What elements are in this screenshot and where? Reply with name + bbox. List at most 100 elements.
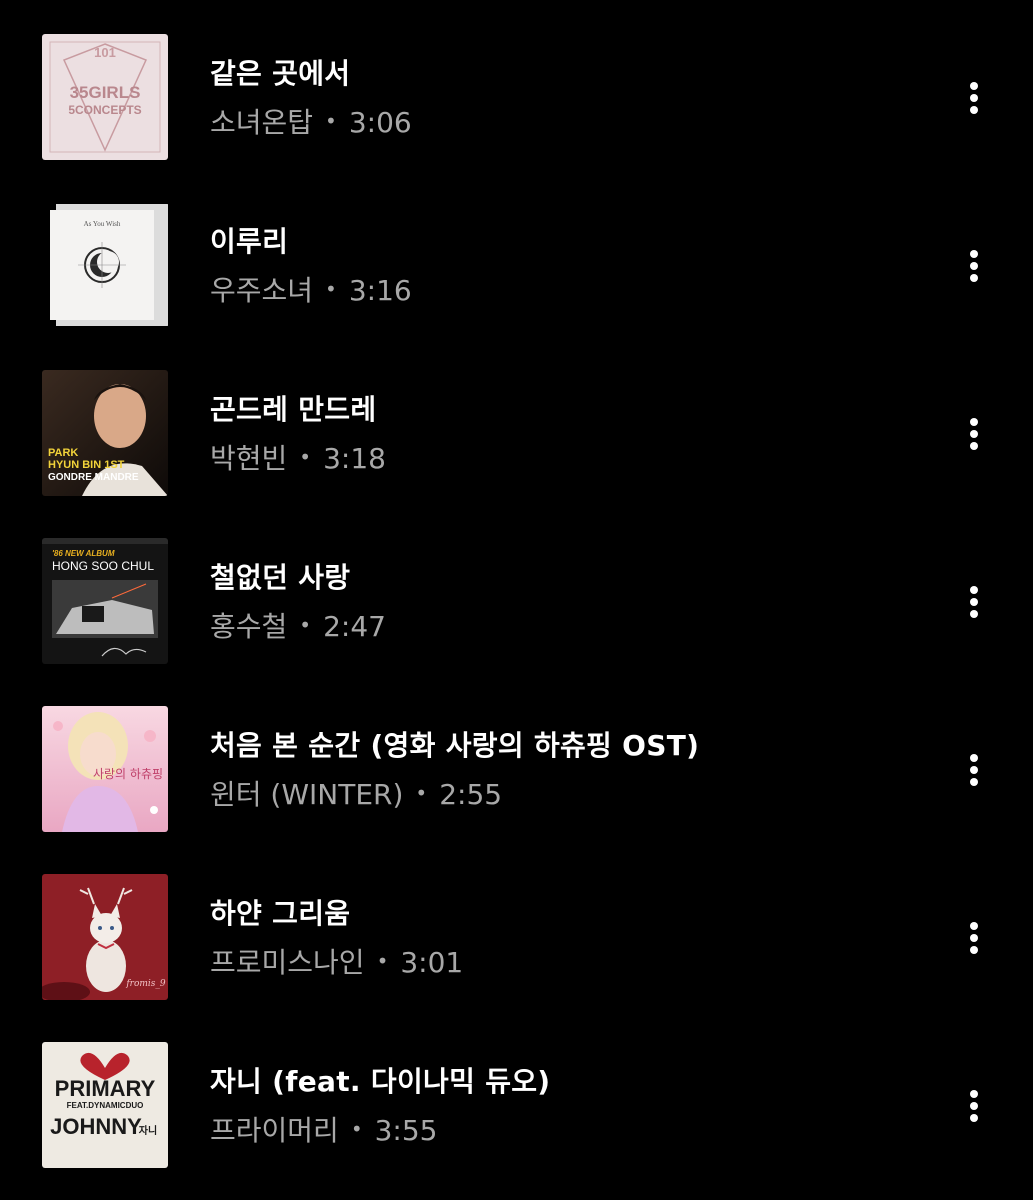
- separator-dot: •: [299, 613, 312, 637]
- track-title: 철없던 사랑: [210, 561, 351, 594]
- track-title: 곤드레 만드레: [210, 393, 377, 426]
- more-vertical-icon-dot: [970, 274, 978, 282]
- album-art-park-hyun-bin: PARK HYUN BIN 1ST GONDRE MANDRE: [42, 370, 168, 496]
- track-artist: 우주소녀: [210, 274, 314, 307]
- more-vertical-icon-dot: [970, 94, 978, 102]
- album-art-catch-teenieping: 사랑의 하츄핑: [42, 706, 168, 832]
- track-subtitle: 윈터 (WINTER) • 2:55: [210, 773, 502, 813]
- track-row[interactable]: As You Wish 이루리 우주소녀 • 3:16: [0, 168, 1033, 336]
- cover-text-johnny: JOHNNY: [50, 1114, 142, 1139]
- separator-dot: •: [350, 1117, 363, 1141]
- track-artist: 박현빈: [210, 442, 288, 475]
- cover-text-teenieping: 사랑의 하츄핑: [93, 767, 163, 781]
- album-cover-primary-johnny[interactable]: PRIMARY FEAT.DYNAMICDUO JOHNNY 자니: [42, 1042, 168, 1168]
- cover-text-gondre-mandre: GONDRE MANDRE: [48, 472, 139, 483]
- cover-text-feat: FEAT.DYNAMICDUO: [67, 1101, 144, 1110]
- track-title: 같은 곳에서: [210, 57, 351, 90]
- album-art-as-you-wish: As You Wish: [42, 202, 168, 328]
- more-vertical-icon: [970, 1090, 978, 1098]
- track-row[interactable]: PRIMARY FEAT.DYNAMICDUO JOHNNY 자니 자니 (fe…: [0, 1008, 1033, 1176]
- track-subtitle: 홍수철 • 2:47: [210, 605, 386, 645]
- more-options-button[interactable]: [954, 412, 994, 456]
- track-subtitle: 우주소녀 • 3:16: [210, 269, 412, 309]
- album-art-primary-johnny: PRIMARY FEAT.DYNAMICDUO JOHNNY 자니: [42, 1042, 168, 1168]
- cover-text-35girls: 35GIRLS: [70, 83, 141, 102]
- cover-text-fromis: fromis_9: [125, 979, 166, 989]
- more-vertical-icon-dot: [970, 778, 978, 786]
- more-options-button[interactable]: [954, 1084, 994, 1128]
- more-vertical-icon-dot: [970, 610, 978, 618]
- track-row[interactable]: fromis_9 하얀 그리움 프로미스나인 • 3:01: [0, 840, 1033, 1008]
- more-vertical-icon-dot: [970, 766, 978, 774]
- cover-text-park: PARK: [48, 447, 78, 459]
- more-vertical-icon-dot: [970, 442, 978, 450]
- album-art-white-cat: fromis_9: [42, 874, 168, 1000]
- track-row[interactable]: 101 35GIRLS 5CONCEPTS 같은 곳에서 소녀온탑 • 3:06: [0, 0, 1033, 168]
- track-duration: 3:16: [348, 274, 412, 307]
- more-vertical-icon-dot: [970, 1114, 978, 1122]
- more-vertical-icon-dot: [970, 946, 978, 954]
- track-artist: 소녀온탑: [210, 106, 314, 139]
- album-cover-35girls[interactable]: 101 35GIRLS 5CONCEPTS: [42, 34, 168, 160]
- more-options-button[interactable]: [954, 580, 994, 624]
- more-vertical-icon-dot: [970, 430, 978, 438]
- album-cover-catch-teenieping[interactable]: 사랑의 하츄핑: [42, 706, 168, 832]
- cover-text-johnny-kr: 자니: [139, 1124, 157, 1137]
- track-subtitle: 소녀온탑 • 3:06: [210, 101, 412, 141]
- more-options-button[interactable]: [954, 76, 994, 120]
- separator-dot: •: [299, 445, 312, 469]
- more-options-button[interactable]: [954, 916, 994, 960]
- cover-text-hong-soo-chul: HONG SOO CHUL: [52, 559, 154, 573]
- more-vertical-icon: [970, 922, 978, 930]
- album-cover-as-you-wish[interactable]: As You Wish: [42, 202, 168, 328]
- more-options-button[interactable]: [954, 244, 994, 288]
- track-row[interactable]: 사랑의 하츄핑 처음 본 순간 (영화 사랑의 하츄핑 OST) 윈터 (WIN…: [0, 672, 1033, 840]
- track-artist: 프라이머리: [210, 1114, 339, 1147]
- separator-dot: •: [376, 949, 389, 973]
- album-cover-white-cat[interactable]: fromis_9: [42, 874, 168, 1000]
- album-art-hong-soo-chul: '86 NEW ALBUM HONG SOO CHUL: [42, 538, 168, 664]
- separator-dot: •: [415, 781, 428, 805]
- track-title: 하얀 그리움: [210, 897, 351, 930]
- track-list: 101 35GIRLS 5CONCEPTS 같은 곳에서 소녀온탑 • 3:06 A…: [0, 0, 1033, 1200]
- track-duration: 2:55: [439, 778, 503, 811]
- more-vertical-icon-dot: [970, 1102, 978, 1110]
- track-duration: 2:47: [323, 610, 386, 643]
- track-row[interactable]: '86 NEW ALBUM HONG SOO CHUL 철없던 사랑 홍수철 • 2…: [0, 504, 1033, 672]
- more-vertical-icon-dot: [970, 262, 978, 270]
- more-vertical-icon: [970, 754, 978, 762]
- track-title: 처음 본 순간 (영화 사랑의 하츄핑 OST): [210, 729, 700, 762]
- track-row[interactable]: PARK HYUN BIN 1ST GONDRE MANDRE 곤드레 만드레 …: [0, 336, 1033, 504]
- album-cover-park-hyun-bin[interactable]: PARK HYUN BIN 1ST GONDRE MANDRE: [42, 370, 168, 496]
- track-subtitle: 프라이머리 • 3:55: [210, 1109, 438, 1149]
- more-vertical-icon-dot: [970, 106, 978, 114]
- track-subtitle: 프로미스나인 • 3:01: [210, 941, 463, 981]
- more-vertical-icon-dot: [970, 598, 978, 606]
- more-vertical-icon: [970, 586, 978, 594]
- separator-dot: •: [325, 109, 337, 133]
- more-options-button[interactable]: [954, 748, 994, 792]
- cover-text-101: 101: [94, 45, 116, 60]
- track-subtitle: 박현빈 • 3:18: [210, 437, 386, 477]
- separator-dot: •: [325, 277, 337, 301]
- cover-text-5concepts: 5CONCEPTS: [68, 103, 141, 117]
- cover-text-as-you-wish: As You Wish: [84, 220, 121, 228]
- cover-text-primary: PRIMARY: [55, 1076, 156, 1101]
- track-duration: 3:18: [323, 442, 386, 475]
- cover-text-new-album: '86 NEW ALBUM: [52, 549, 115, 558]
- more-vertical-icon: [970, 250, 978, 258]
- track-duration: 3:06: [348, 106, 412, 139]
- more-vertical-icon: [970, 418, 978, 426]
- track-artist: 프로미스나인: [210, 946, 365, 979]
- track-title: 이루리: [210, 225, 289, 258]
- more-vertical-icon-dot: [970, 934, 978, 942]
- track-duration: 3:55: [374, 1114, 438, 1147]
- track-artist: 윈터 (WINTER): [210, 778, 404, 811]
- album-art-35girls: 101 35GIRLS 5CONCEPTS: [42, 34, 168, 160]
- track-title: 자니 (feat. 다이나믹 듀오): [210, 1065, 551, 1098]
- album-cover-hong-soo-chul[interactable]: '86 NEW ALBUM HONG SOO CHUL: [42, 538, 168, 664]
- track-duration: 3:01: [400, 946, 464, 979]
- more-vertical-icon: [970, 82, 978, 90]
- cover-text-hyun-bin: HYUN BIN 1ST: [48, 459, 125, 471]
- track-artist: 홍수철: [210, 610, 288, 643]
